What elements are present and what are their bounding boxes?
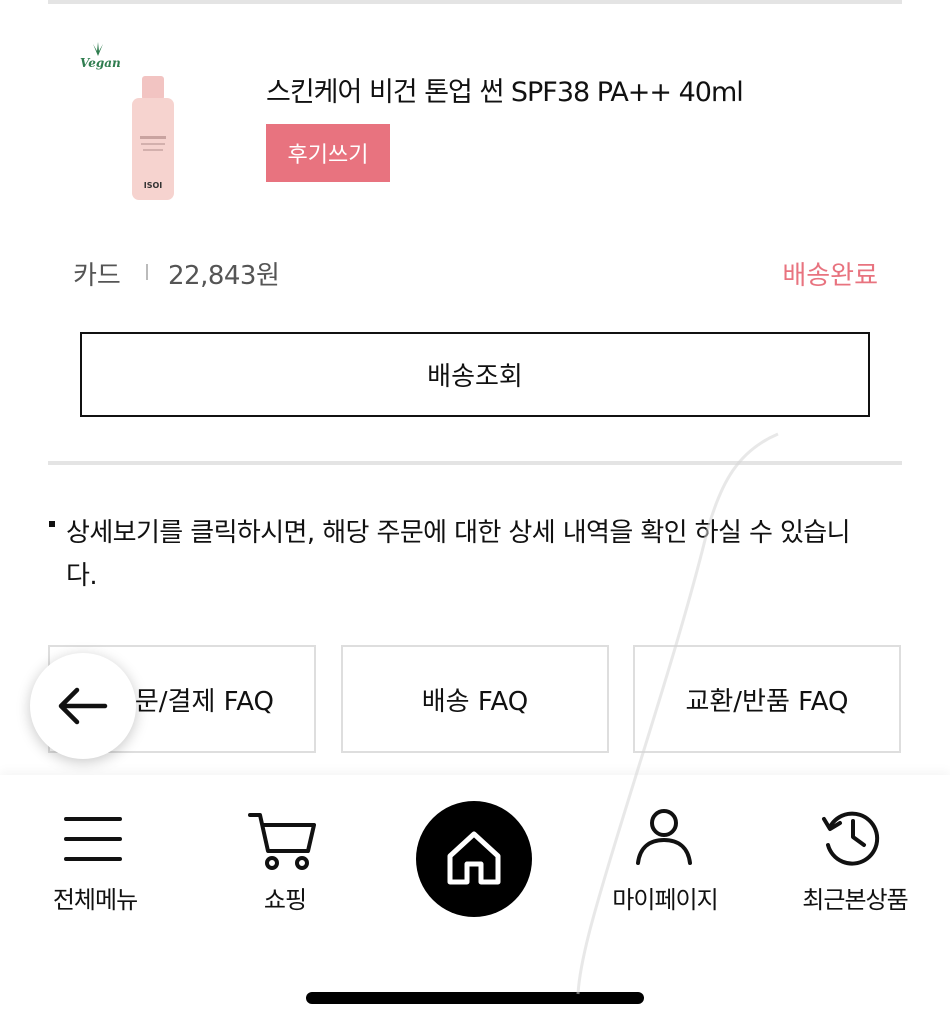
notice-text: 상세보기를 클릭하시면, 해당 주문에 대한 상세 내역을 확인 하실 수 있습… [66, 518, 851, 591]
bottom-navigation: 전체메뉴 쇼핑 마이페이지 최근본상품 [0, 775, 950, 1024]
section-divider [48, 461, 902, 465]
nav-home-button[interactable] [416, 801, 532, 917]
payment-separator [146, 264, 148, 280]
payment-method: 카드 [73, 261, 121, 291]
history-icon [822, 811, 880, 866]
product-bottle-illustration: ISOI [132, 76, 174, 200]
nav-my-page-label: 마이페이지 [612, 886, 718, 914]
faq-exchange-return-button[interactable]: 교환/반품 FAQ [633, 645, 901, 753]
product-name[interactable]: 스킨케어 비건 톤업 썬 SPF38 PA++ 40ml [266, 70, 744, 109]
faq-delivery-button[interactable]: 배송 FAQ [341, 645, 609, 753]
track-delivery-button[interactable]: 배송조회 [80, 332, 870, 417]
notice-bullet [49, 521, 55, 527]
top-divider [48, 0, 902, 4]
nav-recent-products[interactable]: 최근본상품 [760, 775, 950, 935]
user-icon [636, 809, 692, 865]
home-indicator [306, 992, 644, 1004]
nav-all-menu[interactable]: 전체메뉴 [0, 775, 190, 935]
menu-icon [64, 817, 122, 861]
write-review-button[interactable]: 후기쓰기 [266, 124, 390, 182]
vegan-badge-label: Vegan [80, 56, 121, 70]
payment-amount: 22,843원 [168, 261, 280, 291]
nav-shopping-label: 쇼핑 [263, 886, 307, 914]
nav-shopping[interactable]: 쇼핑 [190, 775, 380, 935]
arrow-left-icon [58, 687, 108, 725]
back-button[interactable] [30, 653, 136, 759]
nav-recent-products-label: 최근본상품 [802, 886, 908, 914]
cart-icon [248, 813, 316, 870]
product-image[interactable]: Vegan ISOI [78, 42, 218, 204]
home-icon [447, 831, 501, 885]
nav-my-page[interactable]: 마이페이지 [570, 775, 760, 935]
bottle-brand-text: ISOI [144, 181, 163, 190]
nav-all-menu-label: 전체메뉴 [52, 886, 138, 914]
delivery-status: 배송완료 [782, 261, 878, 291]
